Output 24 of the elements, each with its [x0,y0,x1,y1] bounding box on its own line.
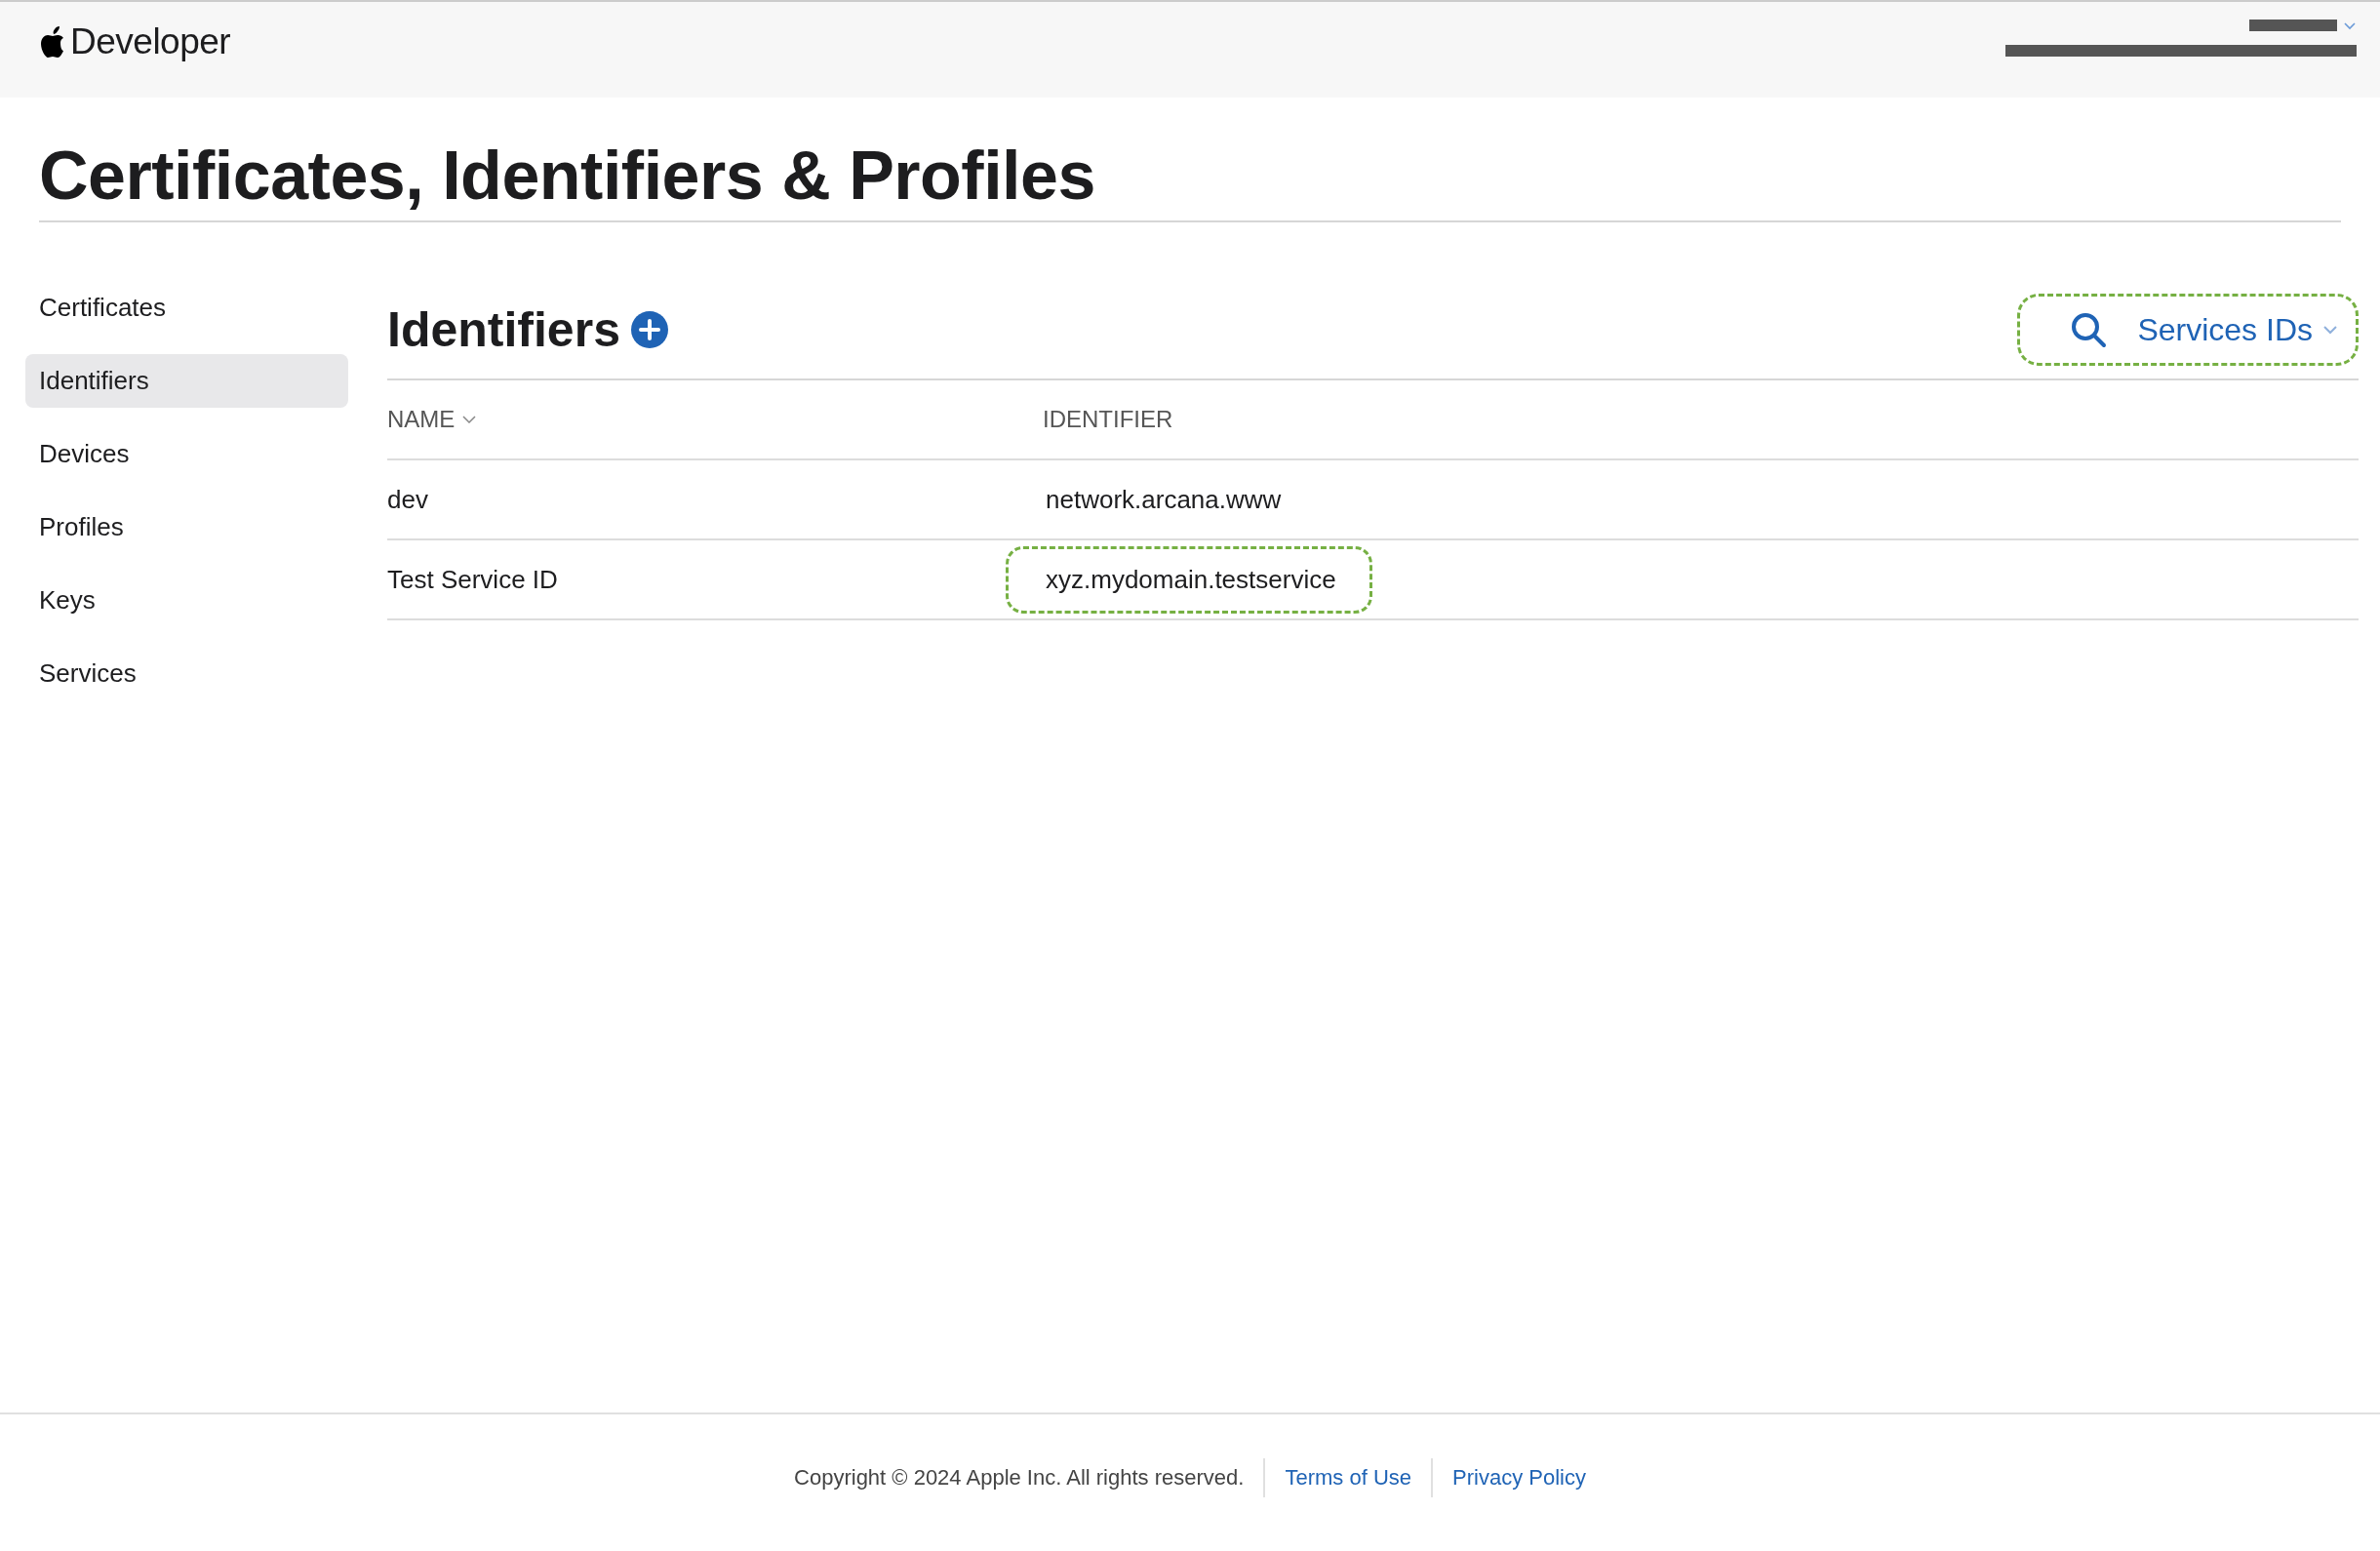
footer-link[interactable]: Privacy Policy [1452,1465,1586,1491]
column-header: IDENTIFIER [1043,406,1173,432]
table-cell: xyz.mydomain.testservice [1006,545,1372,614]
sidebar-item[interactable]: Profiles [25,500,348,554]
table-cell-text: network.arcana.www [1045,483,1283,516]
sidebar-item[interactable]: Certificates [25,281,348,335]
page-title: Certificates, Identifiers & Profiles [39,137,2341,222]
caret-icon[interactable] [2343,20,2357,30]
sidebar-item[interactable]: Keys [25,574,348,627]
table-cell: Test Service ID [387,564,558,595]
footer-link[interactable]: Terms of Use [1285,1465,1411,1491]
copyright-text: Copyright © 2024 Apple Inc. All rights reserved. [794,1465,1245,1491]
search-icon [2069,310,2109,349]
section-title: Identifiers [387,301,620,358]
column-header[interactable]: NAME [387,406,456,433]
add-icon[interactable] [629,310,669,349]
brand-name[interactable]: Developer [70,21,231,62]
table-cell: dev [387,484,428,515]
sidebar-item[interactable]: Services [25,647,348,700]
sort-caret-icon[interactable] [462,416,477,423]
filter-dropdown[interactable]: Services IDs [2017,294,2359,366]
caret-icon [2322,325,2338,335]
sidebar-item[interactable]: Identifiers [25,354,348,408]
sidebar-item[interactable]: Devices [25,427,348,481]
